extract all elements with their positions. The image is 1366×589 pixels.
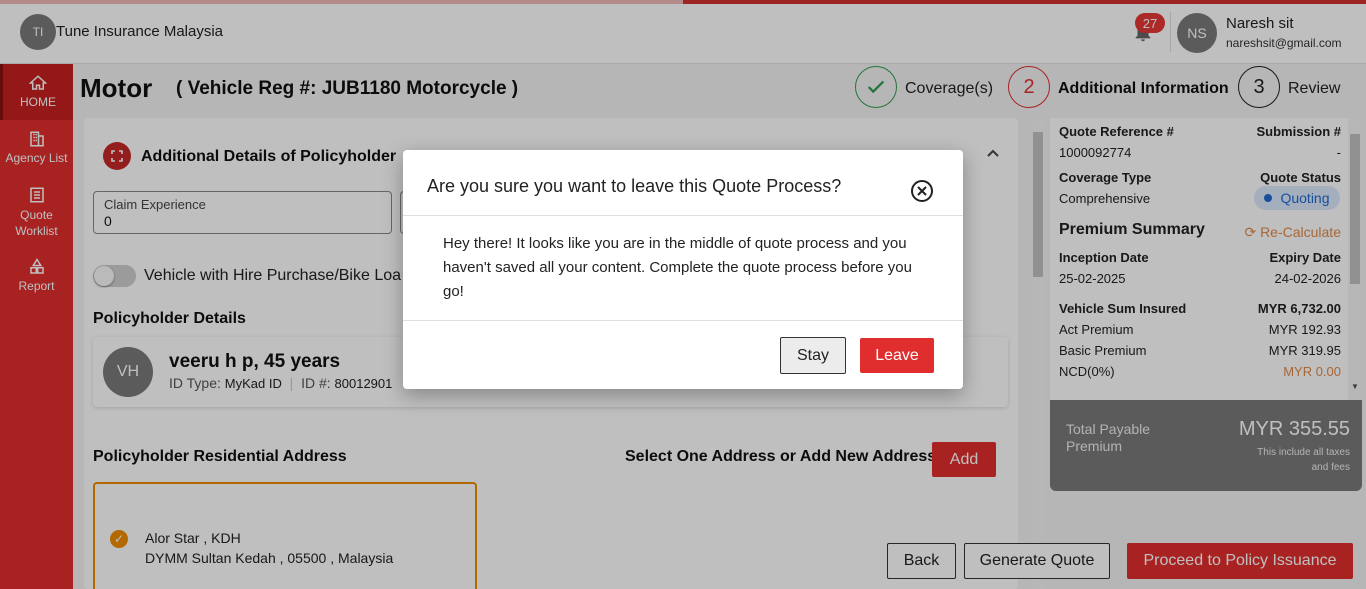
dialog-title: Are you sure you want to leave this Quot… — [427, 176, 842, 196]
close-icon[interactable] — [911, 180, 933, 202]
leave-confirmation-dialog: Are you sure you want to leave this Quot… — [403, 150, 963, 389]
leave-button[interactable]: Leave — [860, 338, 934, 373]
dialog-divider — [403, 320, 963, 321]
stay-button[interactable]: Stay — [780, 337, 846, 374]
dialog-body: Hey there! It looks like you are in the … — [443, 235, 912, 300]
dialog-divider — [403, 215, 963, 216]
